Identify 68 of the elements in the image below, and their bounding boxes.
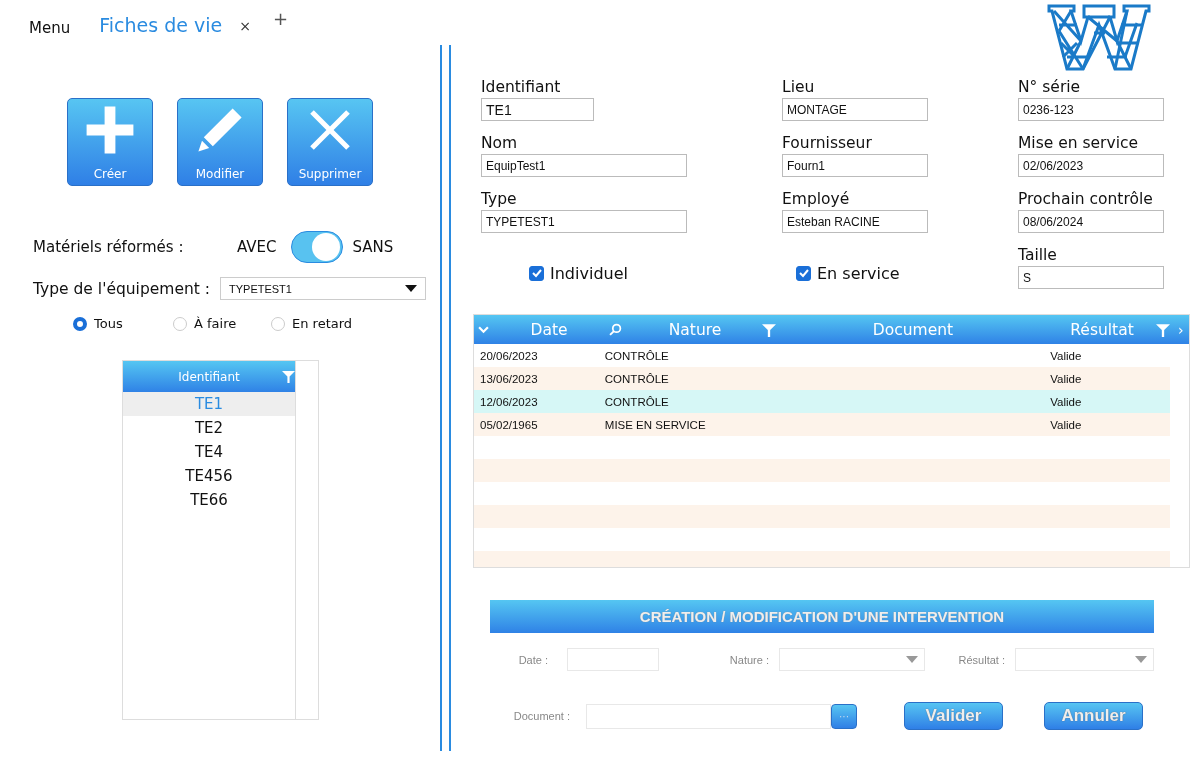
filter-radio[interactable]: Tous [73,316,173,331]
table-cell-text: CONTRÔLE [604,372,670,385]
input-field[interactable]: EquipTest1 [481,154,687,177]
table-cell-text: 05/02/1965 [479,418,539,431]
table-cell-text: Valide [1050,372,1083,385]
table-cell-text: 12/06/2023 [479,395,539,408]
field-label: Nature : [728,653,770,666]
toggle-option: SANS [352,238,394,256]
section-banner: CRÉATION / MODIFICATION D'UNE INTERVENTION [490,600,1154,633]
list-item[interactable]: TE2 [123,416,295,440]
toggle-switch[interactable] [290,231,343,263]
field-label: Résultat : [957,653,1006,666]
search-icon[interactable] [609,323,622,336]
input-field[interactable]: MONTAGE [782,98,928,121]
table-cell-text: Valide [1050,349,1083,362]
checkbox[interactable] [796,265,811,281]
field-label: Document : [512,710,571,722]
field-label: Nom [481,133,519,154]
field-label: Employé [782,189,851,210]
filter-radio[interactable]: À faire [173,316,271,331]
close-icon[interactable]: × [239,18,251,34]
field-label: Prochain contrôle [1018,189,1154,210]
filter-icon[interactable] [282,370,295,383]
input-field[interactable]: Fourn1 [782,154,928,177]
table-cell-text: 13/06/2023 [479,372,539,385]
equipment-type-dropdown[interactable]: TYPETEST1 [220,277,426,300]
input-field[interactable]: 08/06/2024 [1018,210,1164,233]
logo-icon [1047,3,1151,71]
table-cell-text: CONTRÔLE [604,349,670,362]
field-label: Taille [1018,245,1058,266]
table-cell-text: Valide [1050,418,1083,431]
menu-button[interactable]: Menu [29,19,71,37]
list-item[interactable]: TE456 [123,464,295,488]
reformes-label: Matériels réformés : [33,238,185,256]
action-button[interactable]: Supprimer [287,98,373,186]
input-field[interactable]: TE1 [481,98,594,121]
field-label: Lieu [782,77,816,98]
document-field[interactable] [586,703,831,729]
checkbox[interactable] [529,265,544,281]
input-field[interactable]: 0236-123 [1018,98,1164,121]
filter-radio[interactable]: En retard [271,316,353,331]
list-item[interactable]: TE66 [123,488,295,512]
input-field[interactable]: 02/06/2023 [1018,154,1164,177]
filter-icon[interactable] [762,322,776,337]
input-field[interactable]: TYPETEST1 [481,210,687,233]
action-button[interactable]: Modifier [177,98,263,186]
field-label: Identifiant [481,77,562,98]
input-field[interactable]: Esteban RACINE [782,210,928,233]
checkbox-label: En service [817,263,900,283]
field-label: Fournisseur [782,133,873,154]
input-field[interactable]: S [1018,266,1164,289]
table-cell-text: MISE EN SERVICE [604,418,707,431]
field-label: Type [481,189,518,210]
table-cell-text: Valide [1050,395,1083,408]
toggle-option: AVEC [237,238,277,256]
list-item[interactable]: TE4 [123,440,295,464]
chevron-down-icon[interactable] [478,324,489,335]
table-cell-text: 20/06/2023 [479,349,539,362]
add-tab-button[interactable]: + [272,8,288,29]
tab[interactable]: Fiches de vie [99,14,223,36]
action-button[interactable]: Créer [67,98,153,186]
field-label: Mise en service [1018,133,1140,154]
field-label: Date : [517,653,549,666]
field-label: N° série [1018,77,1082,98]
table-cell-text: CONTRÔLE [604,395,670,408]
checkbox-label: Individuel [550,263,628,283]
filter-icon[interactable] [1156,322,1170,337]
equipment-type-label: Type de l'équipement : [33,279,211,298]
